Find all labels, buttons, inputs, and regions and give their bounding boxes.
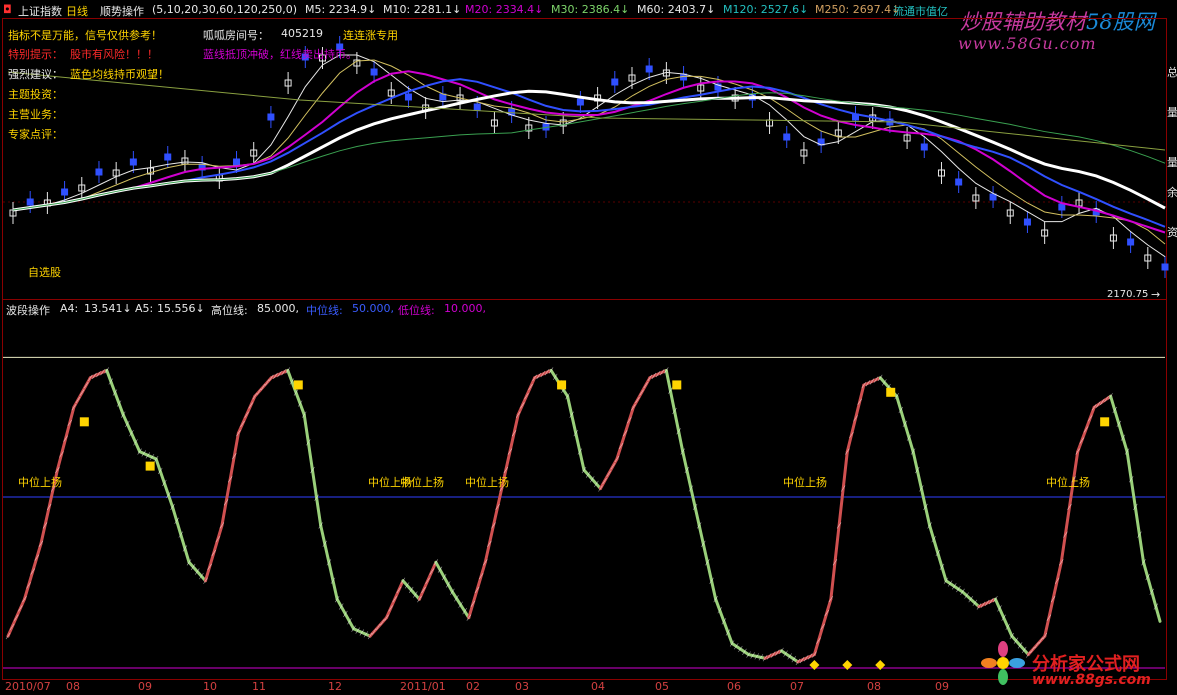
right-axis-glyph: 总 <box>1167 66 1177 79</box>
x-tick: 03 <box>515 680 529 693</box>
last-price-label: 2170.75 <box>1107 289 1149 300</box>
signal-label: 中位上扬 <box>465 476 509 489</box>
a5-value: 15.556↓ <box>157 302 205 315</box>
notice-label: 特别提示： <box>8 48 63 61</box>
candle-body <box>920 143 928 151</box>
last-price-arrow-icon: → <box>1151 288 1161 301</box>
ma30-line <box>12 78 1166 228</box>
candle-body <box>1127 238 1135 246</box>
candle-body <box>370 68 378 76</box>
candle-body <box>267 113 275 121</box>
right-axis-glyph: 量 <box>1167 156 1177 169</box>
watermark-bottom-url: www.88gs.com <box>1032 672 1151 688</box>
room-number: 405219 <box>281 27 323 40</box>
candle-body <box>1023 218 1031 226</box>
x-tick: 2010/07 <box>5 680 51 693</box>
signal-label: 中位上扬 <box>18 476 62 489</box>
mid-line-label: 中位线: <box>306 304 343 317</box>
low-line-value: 10.000, <box>444 302 486 315</box>
room-label: 呱呱房间号： <box>203 29 269 42</box>
notice-value: 股市有风险！！！ <box>70 48 158 61</box>
x-tick: 11 <box>252 680 266 693</box>
low-line-label: 低位线: <box>398 304 435 317</box>
a5-label: A5: <box>135 302 154 315</box>
self-select-button[interactable]: 自选股 <box>28 264 61 280</box>
advice-label: 强烈建议： <box>8 68 63 81</box>
candle-body <box>1161 263 1169 271</box>
x-tick: 12 <box>328 680 342 693</box>
mid-line-value: 50.000, <box>352 302 394 315</box>
right-axis-glyph: 量 <box>1167 106 1177 119</box>
candle-body <box>61 188 69 196</box>
chart-canvas[interactable] <box>0 0 1177 695</box>
peak-marker-icon <box>145 461 155 471</box>
x-tick: 08 <box>66 680 80 693</box>
x-tick: 04 <box>591 680 605 693</box>
candle-body <box>955 178 963 186</box>
signal-label: 中位上扬 <box>1046 476 1090 489</box>
x-tick: 07 <box>790 680 804 693</box>
theme-label: 主题投资： <box>8 88 63 101</box>
signal-label: 中位上扬 <box>400 476 444 489</box>
x-tick: 10 <box>203 680 217 693</box>
peak-marker-icon <box>293 380 303 390</box>
right-axis-glyph: 余 <box>1167 186 1177 199</box>
peak-marker-icon <box>557 380 567 390</box>
candle-body <box>473 103 481 111</box>
signal-note: 蓝线抵顶冲破，红线卖出持币。 <box>203 48 357 61</box>
candle-body <box>576 98 584 106</box>
candle-body <box>611 78 619 86</box>
x-tick: 09 <box>935 680 949 693</box>
candle-body <box>129 158 137 166</box>
x-tick: 06 <box>727 680 741 693</box>
peak-marker-icon <box>886 387 896 397</box>
candle-body <box>164 153 172 161</box>
comment-label: 专家点评： <box>8 128 63 141</box>
candle-body <box>783 133 791 141</box>
high-line-label: 高位线: <box>211 304 248 317</box>
peak-marker-icon <box>672 380 682 390</box>
limit-up-label: 连连涨专用 <box>343 29 398 42</box>
x-tick: 08 <box>867 680 881 693</box>
peak-marker-icon <box>1100 417 1110 427</box>
ma5-line <box>12 54 1166 258</box>
candle-body <box>233 158 241 166</box>
signal-label: 中位上扬 <box>783 476 827 489</box>
candle-body <box>404 93 412 101</box>
disclaimer-text: 指标不是万能，信号仅供参考！ <box>8 29 162 42</box>
x-tick: 05 <box>655 680 669 693</box>
x-tick: 02 <box>466 680 480 693</box>
peak-marker-icon <box>79 417 89 427</box>
high-line-value: 85.000, <box>257 302 299 315</box>
x-tick: 2011/01 <box>400 680 446 693</box>
candle-body <box>1058 203 1066 211</box>
a4-label: A4: <box>60 302 79 315</box>
candle-body <box>95 168 103 176</box>
right-axis-glyph: 资 <box>1167 226 1177 239</box>
advice-value: 蓝色均线持币观望！ <box>70 68 169 81</box>
candle-body <box>26 198 34 206</box>
x-tick: 09 <box>138 680 152 693</box>
a4-value: 13.541↓ <box>84 302 132 315</box>
business-label: 主营业务： <box>8 108 63 121</box>
watermark-logo-icon <box>980 640 1026 686</box>
candle-body <box>645 65 653 73</box>
subchart-name[interactable]: 波段操作 <box>6 302 50 318</box>
